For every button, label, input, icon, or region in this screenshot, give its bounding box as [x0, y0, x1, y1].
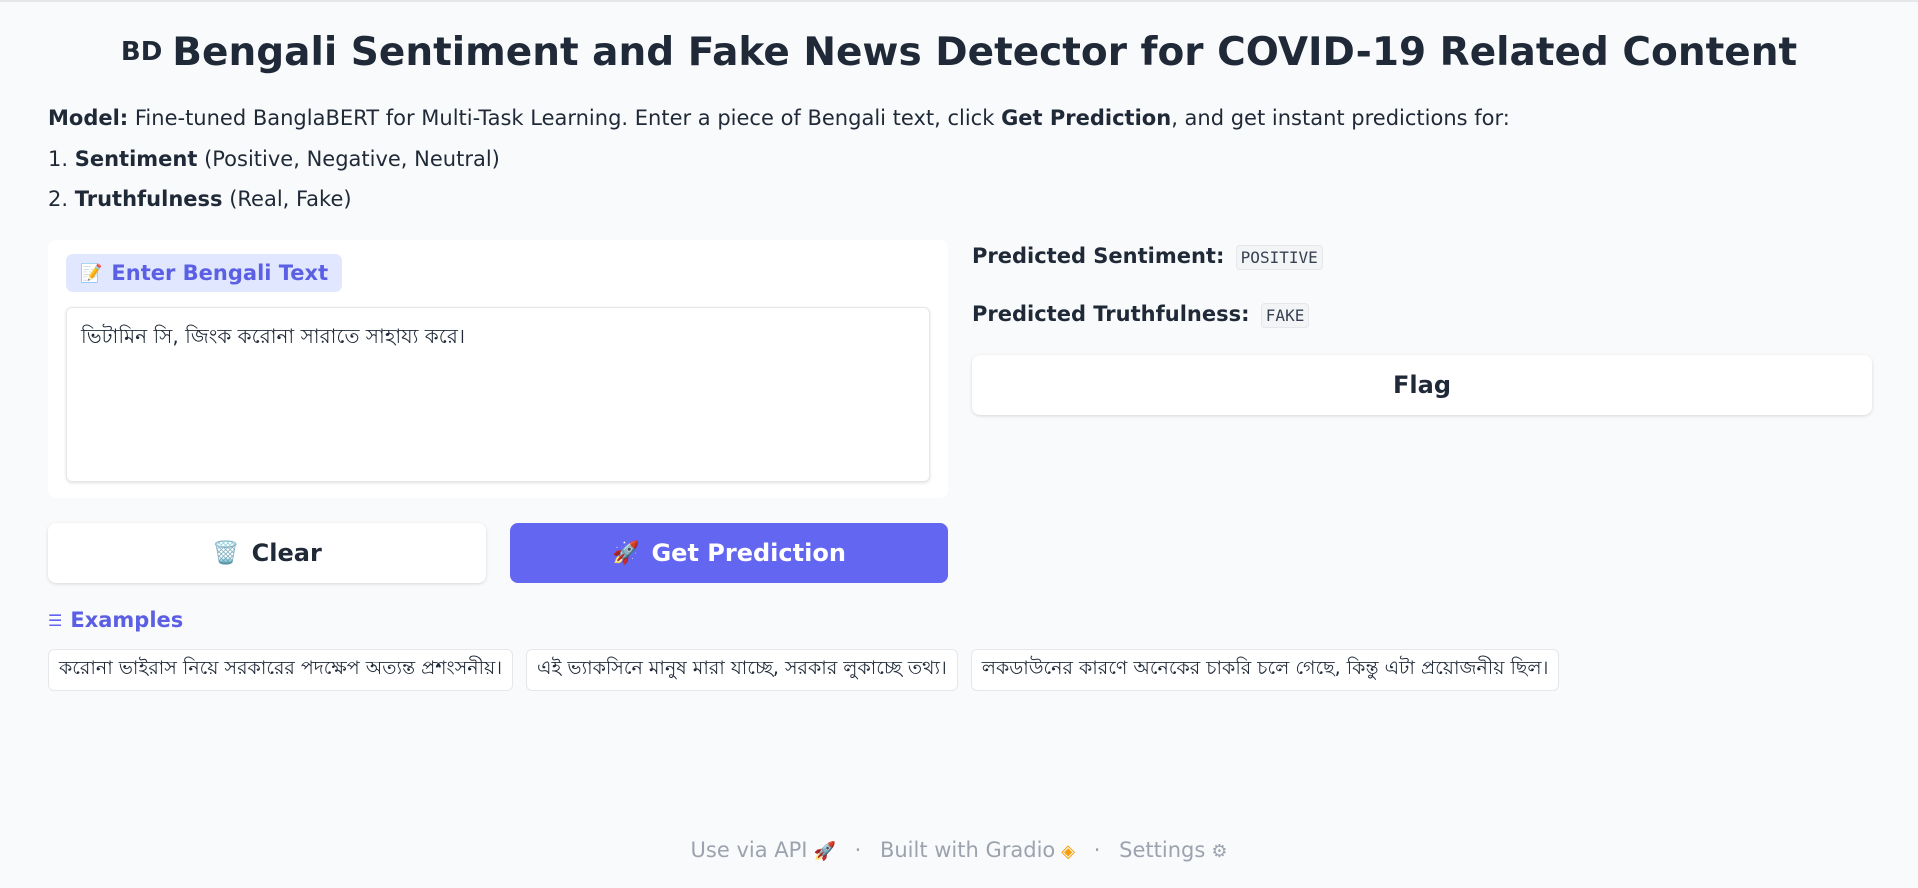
- list-item-bold: Sentiment: [74, 147, 198, 171]
- page-title-text: Bengali Sentiment and Fake News Detector…: [172, 30, 1798, 75]
- top-border: [0, 0, 1918, 2]
- use-via-api-link[interactable]: Use via API 🚀: [691, 838, 836, 862]
- list-number: 1.: [48, 147, 75, 171]
- memo-icon: 📝: [80, 262, 103, 284]
- get-prediction-button-label: Get Prediction: [651, 539, 846, 567]
- examples-label: Examples: [70, 608, 184, 632]
- list-number: 2.: [48, 187, 75, 211]
- wastebasket-icon: 🗑️: [212, 540, 240, 566]
- model-text-before: Fine-tuned BanglaBERT for Multi-Task Lea…: [128, 106, 1002, 130]
- predicted-sentiment-value: POSITIVE: [1235, 245, 1323, 270]
- get-prediction-button[interactable]: 🚀 Get Prediction: [510, 523, 948, 583]
- use-via-api-label: Use via API: [690, 838, 808, 862]
- list-item-bold: Truthfulness: [74, 187, 223, 211]
- model-text-after: , and get instant predictions for:: [1171, 106, 1510, 130]
- clear-button-label: Clear: [251, 539, 322, 567]
- model-text-bold: Get Prediction: [1001, 106, 1172, 130]
- page-title: BD Bengali Sentiment and Fake News Detect…: [0, 30, 1918, 75]
- examples-list: করোনা ভাইরাস নিয়ে সরকারের পদক্ষেপ অত্যন…: [48, 649, 1560, 691]
- model-label: Model:: [48, 106, 129, 130]
- footer: Use via API 🚀 · Built with Gradio ◈ · Sett…: [0, 838, 1918, 862]
- example-item[interactable]: লকডাউনের কারণে অনেকের চাকরি চলে গেছে, কি…: [970, 649, 1560, 691]
- settings-link[interactable]: Settings ⚙: [1119, 838, 1227, 862]
- example-item[interactable]: এই ভ্যাকসিনে মানুষ মারা যাচ্ছে, সরকার লু…: [526, 649, 958, 691]
- model-description: Model: Fine-tuned BanglaBERT for Multi-T…: [48, 106, 1510, 130]
- bengali-text-input[interactable]: ভিটামিন সি, জিংক করোনা সারাতে সাহায্য কর…: [66, 307, 930, 482]
- list-item-sentiment: 1. Sentiment (Positive, Negative, Neutra…: [48, 147, 500, 171]
- predicted-sentiment-label: Predicted Sentiment:: [972, 244, 1225, 268]
- gradio-logo-icon: ◈: [1061, 841, 1076, 862]
- footer-separator: ·: [854, 838, 862, 862]
- input-label: Enter Bengali Text: [111, 261, 329, 285]
- footer-separator: ·: [1093, 838, 1101, 862]
- list-item-truthfulness: 2. Truthfulness (Real, Fake): [48, 187, 352, 211]
- gear-icon: ⚙: [1211, 841, 1228, 862]
- predicted-truthfulness-value: FAKE: [1260, 303, 1310, 328]
- predicted-sentiment: Predicted Sentiment: POSITIVE: [972, 244, 1323, 270]
- bangladesh-flag-icon: BD: [120, 36, 163, 67]
- predicted-truthfulness: Predicted Truthfulness: FAKE: [972, 302, 1310, 328]
- predicted-truthfulness-label: Predicted Truthfulness:: [972, 302, 1250, 326]
- list-item-rest: (Positive, Negative, Neutral): [197, 147, 500, 171]
- settings-label: Settings: [1119, 838, 1206, 862]
- list-item-rest: (Real, Fake): [222, 187, 352, 211]
- list-icon: ☰: [48, 610, 63, 630]
- clear-button[interactable]: 🗑️ Clear: [48, 523, 486, 583]
- example-item[interactable]: করোনা ভাইরাস নিয়ে সরকারের পদক্ষেপ অত্যন…: [48, 649, 514, 691]
- built-with-gradio-link[interactable]: Built with Gradio ◈: [880, 838, 1075, 862]
- examples-heading: ☰ Examples: [48, 608, 183, 632]
- rocket-icon: 🚀: [612, 540, 640, 566]
- rocket-icon: 🚀: [813, 841, 836, 862]
- input-panel: 📝 Enter Bengali Text ভিটামিন সি, জিংক কর…: [48, 240, 948, 498]
- input-label-badge: 📝 Enter Bengali Text: [66, 254, 343, 292]
- flag-button[interactable]: Flag: [972, 355, 1872, 415]
- built-with-gradio-label: Built with Gradio: [879, 838, 1056, 862]
